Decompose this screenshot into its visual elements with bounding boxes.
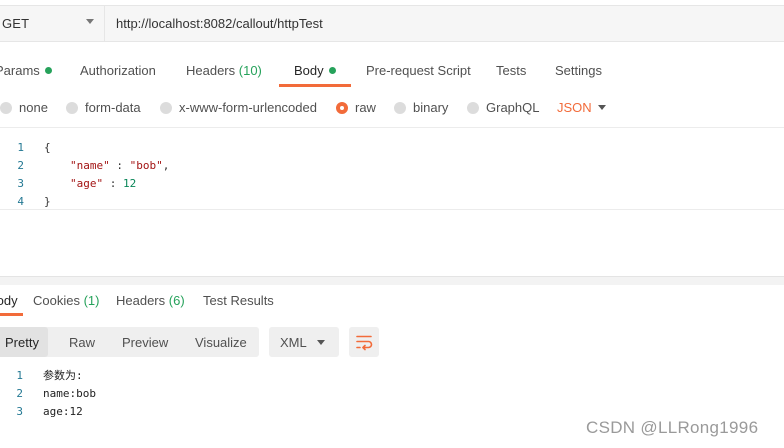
tab-tests[interactable]: Tests	[496, 63, 526, 78]
tab-body[interactable]: Body	[294, 63, 336, 78]
view-mode-pretty[interactable]: Pretty	[5, 335, 39, 350]
tab-headers-count: (10)	[238, 63, 262, 78]
view-mode-raw[interactable]: Raw	[69, 335, 95, 350]
radio-graphql[interactable]: GraphQL	[467, 100, 539, 116]
response-tab-cookies-label: Cookies	[33, 293, 80, 308]
radio-binary-label: binary	[413, 100, 449, 115]
editor-current-line-border	[0, 209, 784, 210]
active-tab-underline	[279, 84, 351, 87]
tab-authorization[interactable]: Authorization	[80, 63, 156, 78]
tab-body-label: Body	[294, 63, 324, 78]
response-tab-cookies[interactable]: Cookies (1)	[33, 293, 99, 308]
json-value-name: "bob"	[129, 159, 163, 172]
radio-binary[interactable]: binary	[394, 100, 448, 116]
response-tab-cookies-count: (1)	[83, 293, 100, 308]
language-label: XML	[280, 335, 307, 350]
radio-none[interactable]: none	[0, 100, 48, 116]
response-tab-headers-count: (6)	[168, 293, 185, 308]
line-number: 3	[17, 177, 24, 190]
radio-circle[interactable]	[0, 102, 12, 114]
radio-form-data[interactable]: form-data	[66, 100, 141, 116]
tab-pre-request-script[interactable]: Pre-request Script	[366, 63, 471, 78]
response-tab-test-results-label: Test Results	[203, 293, 274, 308]
pane-resize-handle[interactable]	[0, 276, 784, 285]
radio-urlencoded[interactable]: x-www-form-urlencoded	[160, 100, 317, 116]
response-tab-headers-label: Headers	[116, 293, 166, 308]
tab-pre-request-script-label: Pre-request Script	[366, 63, 471, 78]
response-line-number: 3	[16, 405, 23, 418]
tab-params-label: Params	[0, 63, 40, 78]
wrap-lines-button[interactable]	[349, 327, 379, 357]
radio-circle[interactable]	[467, 102, 479, 114]
params-indicator-dot	[44, 67, 52, 74]
chevron-down-icon[interactable]	[598, 105, 606, 110]
response-tab-body[interactable]: Body	[0, 293, 18, 308]
format-select[interactable]: JSON	[557, 100, 592, 116]
view-mode-preview[interactable]: Preview	[122, 335, 168, 350]
radio-graphql-label: GraphQL	[486, 100, 540, 115]
method-label: GET	[2, 16, 30, 31]
tab-headers-label: Headers	[186, 63, 236, 78]
response-tab-body-label: Body	[0, 293, 18, 308]
response-line-number: 1	[16, 369, 23, 382]
response-line: name:bob	[43, 387, 96, 400]
tab-params[interactable]: Params	[0, 63, 52, 78]
code-line-2: "name" : "bob",	[70, 157, 169, 175]
tab-headers[interactable]: Headers (10)	[186, 63, 262, 78]
chevron-down-icon[interactable]	[86, 19, 94, 24]
json-key-age: "age"	[70, 177, 104, 190]
radio-raw-label: raw	[355, 100, 376, 115]
tab-authorization-label: Authorization	[80, 63, 156, 78]
line-number: 2	[17, 159, 24, 172]
radio-circle-selected[interactable]	[336, 102, 348, 114]
response-line-number: 2	[16, 387, 23, 400]
tab-settings[interactable]: Settings	[555, 63, 602, 78]
radio-circle[interactable]	[66, 102, 78, 114]
wrap-lines-icon	[356, 335, 373, 351]
radio-circle[interactable]	[394, 102, 406, 114]
radio-form-data-label: form-data	[85, 100, 141, 115]
tab-tests-label: Tests	[496, 63, 527, 78]
response-active-tab-underline	[0, 313, 23, 316]
url-text: http://localhost:8082/callout/httpTest	[116, 16, 323, 31]
radio-circle[interactable]	[160, 102, 172, 114]
radio-raw[interactable]: raw	[336, 100, 376, 116]
radio-urlencoded-label: x-www-form-urlencoded	[179, 100, 317, 115]
body-indicator-dot	[328, 67, 336, 74]
line-number: 1	[17, 141, 24, 154]
json-key-name: "name"	[70, 159, 110, 172]
view-mode-visualize[interactable]: Visualize	[195, 335, 247, 350]
json-value-age: 12	[123, 177, 137, 190]
divider	[0, 127, 784, 128]
json-separator: :	[109, 159, 130, 172]
chevron-down-icon[interactable]	[317, 340, 325, 345]
code-line-3: "age" : 12	[70, 175, 136, 193]
code-open-brace: {	[44, 141, 51, 154]
response-line: 参数为:	[43, 369, 83, 382]
response-line: age:12	[43, 405, 83, 418]
radio-none-label: none	[19, 100, 48, 115]
response-tab-headers[interactable]: Headers (6)	[116, 293, 185, 308]
tab-settings-label: Settings	[555, 63, 602, 78]
json-separator: :	[103, 177, 123, 190]
response-tab-test-results[interactable]: Test Results	[203, 293, 274, 308]
json-comma: ,	[162, 159, 170, 172]
watermark: CSDN @LLRong1996	[586, 418, 759, 437]
